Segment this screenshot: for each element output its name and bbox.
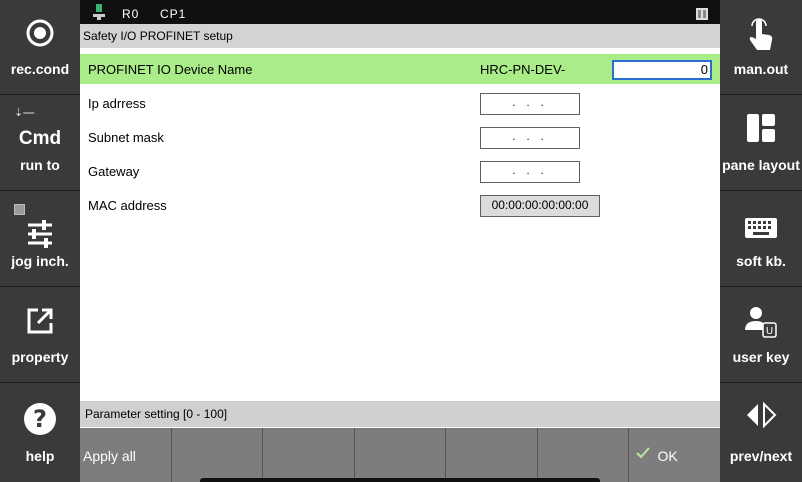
gateway-field[interactable]: . . . bbox=[480, 161, 580, 183]
run-to-button[interactable]: ⇣⎯⎯ Cmd run to bbox=[0, 96, 80, 191]
gateway-label: Gateway bbox=[88, 164, 140, 179]
jog-checkbox[interactable] bbox=[14, 204, 25, 215]
man-out-label: man.out bbox=[733, 61, 789, 77]
mac-address-label: MAC address bbox=[88, 198, 167, 213]
rec-cond-button[interactable]: rec.cond bbox=[0, 0, 80, 95]
ip-address-row[interactable]: Ip adrress . . . bbox=[80, 88, 720, 118]
pane-layout-label: pane layout bbox=[722, 157, 800, 173]
prev-next-button[interactable]: prev/next bbox=[720, 384, 802, 482]
help-label: help bbox=[25, 448, 55, 464]
check-icon bbox=[635, 445, 651, 464]
subnet-mask-field[interactable]: . . . bbox=[480, 127, 580, 149]
profinet-setup-dialog: Safety I/O PROFINET setup PROFINET IO De… bbox=[80, 24, 720, 428]
user-key-icon: U bbox=[720, 306, 802, 338]
property-button[interactable]: property bbox=[0, 288, 80, 383]
subnet-mask-label: Subnet mask bbox=[88, 130, 164, 145]
ip-address-label: Ip adrress bbox=[88, 96, 146, 111]
mac-address-field: 00:00:00:00:00:00 bbox=[480, 195, 600, 217]
ip-address-field[interactable]: . . . bbox=[480, 93, 580, 115]
function-key-bar: Apply all OK bbox=[80, 428, 721, 482]
man-out-button[interactable]: man.out bbox=[720, 0, 802, 95]
property-label: property bbox=[11, 349, 69, 365]
cmd-label: Cmd bbox=[18, 128, 62, 149]
function-key-2[interactable] bbox=[171, 428, 264, 482]
soft-kb-label: soft kb. bbox=[736, 253, 786, 269]
window-icon bbox=[696, 7, 708, 25]
robot-icon bbox=[92, 4, 106, 25]
function-key-3[interactable] bbox=[263, 428, 355, 482]
external-link-icon bbox=[0, 306, 80, 336]
user-key-button[interactable]: U user key bbox=[720, 288, 802, 383]
apply-all-label: Apply all bbox=[83, 448, 136, 464]
apply-all-button[interactable]: Apply all bbox=[80, 428, 172, 482]
robot-label: R0 bbox=[122, 7, 140, 21]
user-key-label: user key bbox=[732, 349, 790, 365]
ok-button[interactable]: OK bbox=[629, 428, 721, 482]
mac-address-row: MAC address 00:00:00:00:00:00 bbox=[80, 190, 720, 220]
gateway-row[interactable]: Gateway . . . bbox=[80, 156, 720, 186]
soft-kb-button[interactable]: soft kb. bbox=[720, 192, 802, 287]
left-panel: rec.cond ⇣⎯⎯ Cmd run to jog inch. proper… bbox=[0, 0, 80, 482]
subnet-mask-row[interactable]: Subnet mask . . . bbox=[80, 122, 720, 152]
sliders-icon bbox=[0, 220, 80, 248]
device-name-prefix: HRC-PN-DEV- bbox=[480, 62, 566, 77]
prev-next-icon bbox=[720, 402, 802, 428]
run-to-label: run to bbox=[20, 157, 60, 173]
bottom-edge bbox=[200, 478, 600, 482]
function-key-4[interactable] bbox=[354, 428, 447, 482]
function-key-6[interactable] bbox=[537, 428, 630, 482]
help-icon: ? bbox=[0, 402, 80, 436]
device-name-input[interactable]: 0 bbox=[612, 60, 712, 80]
record-icon bbox=[0, 18, 80, 48]
rec-cond-label: rec.cond bbox=[10, 61, 70, 77]
jog-inch-button[interactable]: jog inch. bbox=[0, 192, 80, 287]
parameter-hint: Parameter setting [0 - 100] bbox=[80, 401, 720, 427]
keyboard-icon bbox=[720, 218, 802, 238]
layout-icon bbox=[720, 114, 802, 142]
program-label: CP1 bbox=[160, 7, 187, 21]
function-key-5[interactable] bbox=[446, 428, 538, 482]
jog-inch-label: jog inch. bbox=[11, 253, 69, 269]
svg-text:U: U bbox=[766, 326, 773, 337]
hand-pointer-icon bbox=[720, 18, 802, 52]
prev-next-label: prev/next bbox=[729, 448, 793, 464]
status-bar: R0 CP1 bbox=[80, 0, 720, 24]
svg-text:?: ? bbox=[33, 405, 47, 433]
device-name-row[interactable]: PROFINET IO Device Name HRC-PN-DEV- 0 bbox=[80, 54, 720, 84]
dialog-title: Safety I/O PROFINET setup bbox=[80, 24, 720, 48]
help-button[interactable]: ? help bbox=[0, 384, 80, 482]
pane-layout-button[interactable]: pane layout bbox=[720, 96, 802, 191]
ok-label: OK bbox=[657, 448, 678, 464]
right-panel: man.out pane layout soft kb. U user key … bbox=[720, 0, 802, 482]
step-indicator-icon: ⇣⎯⎯ bbox=[14, 107, 35, 119]
device-name-label: PROFINET IO Device Name bbox=[88, 62, 253, 77]
